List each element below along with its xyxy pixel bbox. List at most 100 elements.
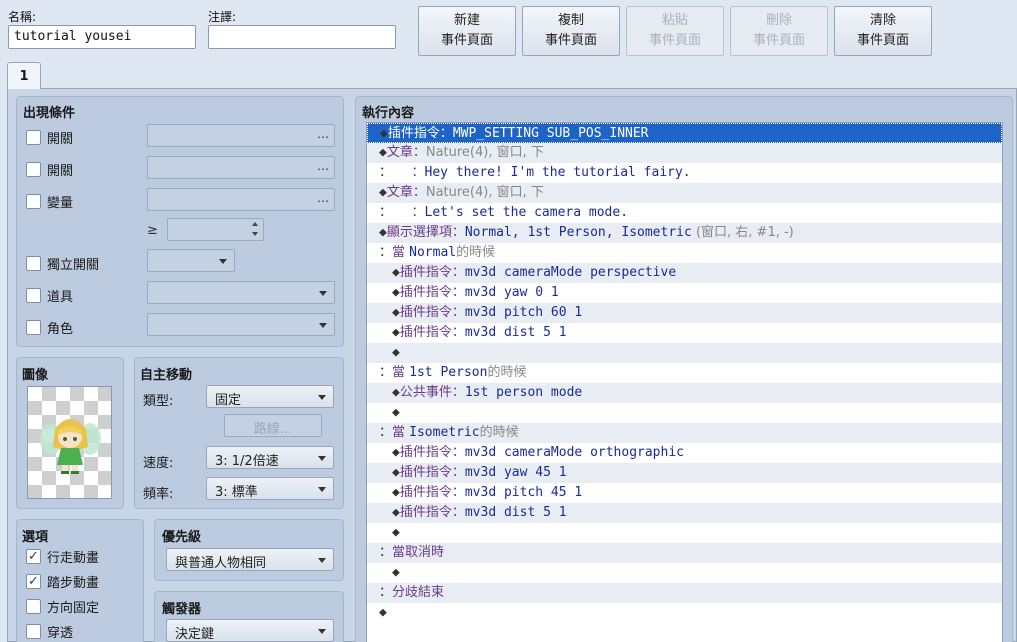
command-row[interactable]: ◆ bbox=[367, 343, 1002, 363]
switch1-checkbox[interactable] bbox=[26, 130, 41, 145]
command-row[interactable]: ◆插件指令：MWP_SETTING SUB_POS_INNER bbox=[367, 123, 1002, 143]
image-panel: 圖像 bbox=[16, 357, 124, 509]
switch2-label: 開關 bbox=[47, 164, 74, 179]
option-stepping-checkbox[interactable]: ✓ bbox=[26, 574, 41, 589]
command-row[interactable]: ：分歧結束 bbox=[367, 583, 1002, 603]
command-row[interactable]: ◆顯示選擇項：Normal, 1st Person, Isometric (窗口… bbox=[367, 223, 1002, 243]
actor-dropdown[interactable] bbox=[147, 313, 335, 336]
name-label: 名稱: bbox=[8, 10, 37, 24]
option-through-checkbox[interactable] bbox=[26, 624, 41, 639]
priority-panel: 優先級 與普通人物相同 bbox=[154, 519, 344, 581]
image-title: 圖像 bbox=[22, 368, 49, 383]
freq-label: 頻率: bbox=[143, 487, 174, 502]
note-label: 注譯: bbox=[208, 10, 237, 24]
freq-dropdown[interactable]: 3: 標準 bbox=[206, 477, 334, 500]
item-checkbox-row[interactable]: 道具 bbox=[26, 286, 73, 305]
command-row[interactable]: ◆插件指令：mv3d cameraMode orthographic bbox=[367, 443, 1002, 463]
chevron-down-icon bbox=[318, 487, 326, 492]
variable-value-spinner[interactable] bbox=[167, 218, 264, 241]
variable-checkbox[interactable] bbox=[26, 194, 41, 209]
name-input[interactable]: tutorial yousei bbox=[8, 25, 196, 49]
command-row[interactable]: ：當取消時 bbox=[367, 543, 1002, 563]
command-row[interactable]: ◆ bbox=[367, 403, 1002, 423]
command-row[interactable]: ： ：Hey there! I'm the tutorial fairy. bbox=[367, 163, 1002, 183]
command-row[interactable]: ： ：Let's set the camera mode. bbox=[367, 203, 1002, 223]
paste-page-button[interactable]: 粘貼 事件頁面 bbox=[626, 6, 724, 56]
command-row[interactable]: ：當 1st Person的時候 bbox=[367, 363, 1002, 383]
contents-panel: 執行內容 ◆插件指令：MWP_SETTING SUB_POS_INNER ◆文章：… bbox=[355, 96, 1013, 642]
copy-page-button[interactable]: 複制 事件頁面 bbox=[522, 6, 620, 56]
spin-down-icon[interactable] bbox=[252, 232, 258, 236]
variable-dots: … bbox=[317, 191, 329, 205]
command-row[interactable]: ◆插件指令：mv3d dist 5 1 bbox=[367, 323, 1002, 343]
chevron-down-icon bbox=[219, 259, 227, 264]
variable-checkbox-row[interactable]: 變量 bbox=[26, 192, 73, 211]
command-row[interactable]: ◆ bbox=[367, 603, 1002, 623]
switch1-label: 開關 bbox=[47, 132, 74, 147]
command-row[interactable]: ◆公共事件：1st person mode bbox=[367, 383, 1002, 403]
variable-label: 變量 bbox=[47, 196, 74, 211]
command-row[interactable]: ◆文章：Nature(4), 窗口, 下 bbox=[367, 183, 1002, 203]
actor-label: 角色 bbox=[47, 322, 74, 337]
chevron-down-icon bbox=[318, 629, 326, 634]
note-input[interactable] bbox=[208, 25, 396, 49]
item-label: 道具 bbox=[47, 290, 74, 305]
self-switch-checkbox[interactable] bbox=[26, 256, 41, 271]
chevron-down-icon bbox=[319, 291, 327, 296]
chevron-down-icon bbox=[319, 323, 327, 328]
option-stepping-row[interactable]: ✓ 踏步動畫 bbox=[26, 572, 99, 591]
options-title: 選項 bbox=[22, 530, 49, 545]
self-switch-dropdown[interactable] bbox=[147, 249, 235, 272]
command-row[interactable]: ◆文章：Nature(4), 窗口, 下 bbox=[367, 143, 1002, 163]
switch2-checkbox[interactable] bbox=[26, 162, 41, 177]
autonomous-movement-panel: 自主移動 類型: 固定 路線... 速度: 3: 1/2倍速 頻率: 3: 標準 bbox=[134, 357, 344, 509]
actor-checkbox[interactable] bbox=[26, 320, 41, 335]
command-row[interactable]: ◆ bbox=[367, 523, 1002, 543]
item-dropdown[interactable] bbox=[147, 281, 335, 304]
command-row[interactable]: ◆插件指令：mv3d dist 5 1 bbox=[367, 503, 1002, 523]
command-row[interactable]: ：當 Isometric的時候 bbox=[367, 423, 1002, 443]
switch2-field[interactable]: … bbox=[147, 156, 335, 179]
command-row[interactable]: ：當 Normal的時候 bbox=[367, 243, 1002, 263]
type-label: 類型: bbox=[143, 394, 174, 409]
command-row[interactable]: ◆插件指令：mv3d pitch 60 1 bbox=[367, 303, 1002, 323]
switch2-checkbox-row[interactable]: 開關 bbox=[26, 160, 73, 179]
variable-field[interactable]: … bbox=[147, 188, 335, 211]
clear-page-button[interactable]: 清除 事件頁面 bbox=[834, 6, 932, 56]
option-direction-fix-row[interactable]: 方向固定 bbox=[26, 597, 99, 616]
character-image[interactable] bbox=[27, 386, 112, 499]
option-through-row[interactable]: 穿透 bbox=[26, 622, 73, 641]
conditions-panel: 出現條件 開關 … 開關 … 變量 … ≥ 獨立開關 道具 角色 bbox=[16, 96, 344, 347]
type-dropdown[interactable]: 固定 bbox=[206, 385, 334, 408]
switch1-field[interactable]: … bbox=[147, 124, 335, 147]
actor-checkbox-row[interactable]: 角色 bbox=[26, 318, 73, 337]
new-page-button[interactable]: 新建 事件頁面 bbox=[418, 6, 516, 56]
command-row[interactable]: ◆ bbox=[367, 563, 1002, 583]
speed-label: 速度: bbox=[143, 456, 174, 471]
switch1-checkbox-row[interactable]: 開關 bbox=[26, 128, 73, 147]
option-direction-fix-checkbox[interactable] bbox=[26, 599, 41, 614]
switch2-dots: … bbox=[317, 159, 329, 173]
command-list[interactable]: ◆插件指令：MWP_SETTING SUB_POS_INNER ◆文章：Natur… bbox=[366, 122, 1003, 642]
speed-dropdown[interactable]: 3: 1/2倍速 bbox=[206, 446, 334, 469]
option-walking-row[interactable]: ✓ 行走動畫 bbox=[26, 547, 99, 566]
options-panel: 選項 ✓ 行走動畫 ✓ 踏步動畫 方向固定 穿透 bbox=[16, 519, 144, 642]
command-row[interactable]: ◆插件指令：mv3d yaw 45 1 bbox=[367, 463, 1002, 483]
option-walking-checkbox[interactable]: ✓ bbox=[26, 549, 41, 564]
priority-dropdown[interactable]: 與普通人物相同 bbox=[166, 548, 334, 571]
trigger-dropdown[interactable]: 決定鍵 bbox=[166, 619, 334, 642]
command-row[interactable]: ◆插件指令：mv3d cameraMode perspective bbox=[367, 263, 1002, 283]
chevron-down-icon bbox=[318, 395, 326, 400]
spin-up-icon[interactable] bbox=[252, 222, 258, 226]
self-switch-label: 獨立開關 bbox=[47, 258, 100, 273]
command-row[interactable]: ◆插件指令：mv3d pitch 45 1 bbox=[367, 483, 1002, 503]
command-rows: ◆插件指令：MWP_SETTING SUB_POS_INNER ◆文章：Natur… bbox=[367, 123, 1002, 623]
self-switch-checkbox-row[interactable]: 獨立開關 bbox=[26, 254, 99, 273]
item-checkbox[interactable] bbox=[26, 288, 41, 303]
delete-page-button[interactable]: 刪除 事件頁面 bbox=[730, 6, 828, 56]
tab-page-1[interactable]: 1 bbox=[7, 62, 41, 89]
priority-title: 優先級 bbox=[162, 530, 202, 545]
command-row[interactable]: ◆插件指令：mv3d yaw 0 1 bbox=[367, 283, 1002, 303]
route-button[interactable]: 路線... bbox=[224, 414, 322, 437]
trigger-panel: 觸發器 決定鍵 bbox=[154, 591, 344, 642]
